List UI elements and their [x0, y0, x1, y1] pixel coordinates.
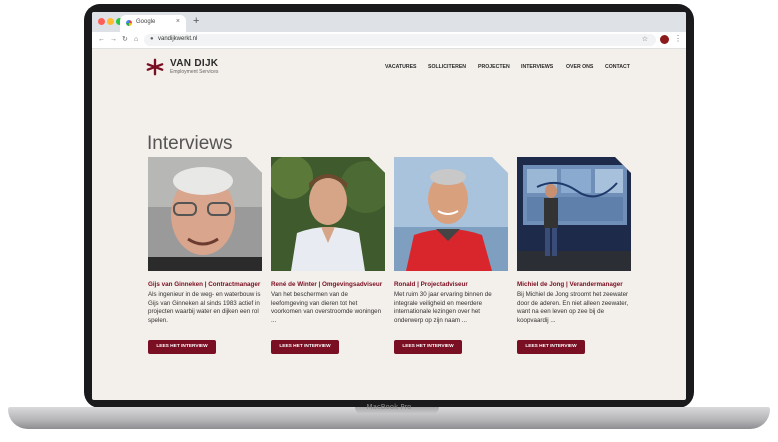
- logo-star-icon[interactable]: [146, 58, 164, 76]
- interview-description: Met ruim 30 jaar ervaring binnen de inte…: [394, 291, 492, 324]
- interview-photo-rene[interactable]: [271, 157, 385, 271]
- nav-over-ons[interactable]: OVER ONS: [566, 64, 593, 70]
- browser-tab[interactable]: Google ×: [120, 15, 186, 32]
- lock-icon: ●: [150, 36, 154, 42]
- logo-name[interactable]: VAN DIJK: [170, 58, 218, 69]
- interview-photo-ronald[interactable]: [394, 157, 508, 271]
- logo-subtitle: Employment Services: [170, 69, 219, 75]
- new-tab-button[interactable]: +: [193, 15, 199, 27]
- read-interview-button[interactable]: LEES HET INTERVIEW: [148, 340, 216, 354]
- minimize-window-icon[interactable]: [107, 18, 114, 25]
- laptop-screen: Google × + ← → ↻ ⌂ ● vandijkwerkt.nl ☆ ⋮…: [92, 12, 686, 400]
- tab-title: Google: [136, 19, 156, 25]
- interview-name: Michiel de Jong | Verandermanager: [517, 281, 623, 288]
- interview-card: René de Winter | Omgevingsadviseur Van h…: [271, 157, 385, 354]
- nav-interviews[interactable]: INTERVIEWS: [521, 64, 553, 70]
- interview-name: René de Winter | Omgevingsadviseur: [271, 281, 383, 288]
- browser-toolbar: ← → ↻ ⌂ ● vandijkwerkt.nl ☆ ⋮: [92, 32, 686, 49]
- address-bar[interactable]: ● vandijkwerkt.nl ☆: [144, 34, 656, 46]
- interview-name: Gijs van Ginneken | Contractmanager: [148, 281, 261, 288]
- interview-description: Bij Michiel de Jong stroomt het zeewater…: [517, 291, 629, 324]
- forward-icon[interactable]: →: [110, 35, 117, 45]
- interview-card: Ronald | Projectadviseur Met ruim 30 jaa…: [394, 157, 508, 354]
- close-window-icon[interactable]: [98, 18, 105, 25]
- url-text: vandijkwerkt.nl: [158, 36, 198, 42]
- home-icon[interactable]: ⌂: [134, 35, 138, 45]
- nav-contact[interactable]: CONTACT: [605, 64, 630, 70]
- nav-projecten[interactable]: PROJECTEN: [478, 64, 510, 70]
- interview-photo-michiel[interactable]: [517, 157, 631, 271]
- interview-card: Gijs van Ginneken | Contractmanager Als …: [148, 157, 262, 354]
- interview-description: Als ingenieur in de weg- en waterbouw is…: [148, 291, 261, 324]
- browser-tab-bar: Google × +: [92, 12, 686, 32]
- back-icon[interactable]: ←: [98, 35, 105, 45]
- star-icon[interactable]: ☆: [642, 35, 648, 43]
- interview-description: Van het beschermen van de leefomgeving v…: [271, 291, 382, 324]
- nav-vacatures[interactable]: VACATURES: [385, 64, 417, 70]
- read-interview-button[interactable]: LEES HET INTERVIEW: [271, 340, 339, 354]
- interview-name: Ronald | Projectadviseur: [394, 281, 468, 288]
- read-interview-button[interactable]: LEES HET INTERVIEW: [517, 340, 585, 354]
- profile-icon[interactable]: [660, 35, 669, 44]
- nav-solliciteren[interactable]: SOLLICITEREN: [428, 64, 466, 70]
- device-label: MacBook Pro: [366, 403, 412, 411]
- page-title: Interviews: [147, 132, 233, 154]
- tab-close-icon[interactable]: ×: [176, 18, 180, 25]
- google-favicon-icon: [126, 20, 132, 26]
- reload-icon[interactable]: ↻: [122, 35, 128, 45]
- menu-icon[interactable]: ⋮: [674, 34, 682, 43]
- interview-photo-gijs[interactable]: [148, 157, 262, 271]
- read-interview-button[interactable]: LEES HET INTERVIEW: [394, 340, 462, 354]
- interview-card: Michiel de Jong | Verandermanager Bij Mi…: [517, 157, 631, 354]
